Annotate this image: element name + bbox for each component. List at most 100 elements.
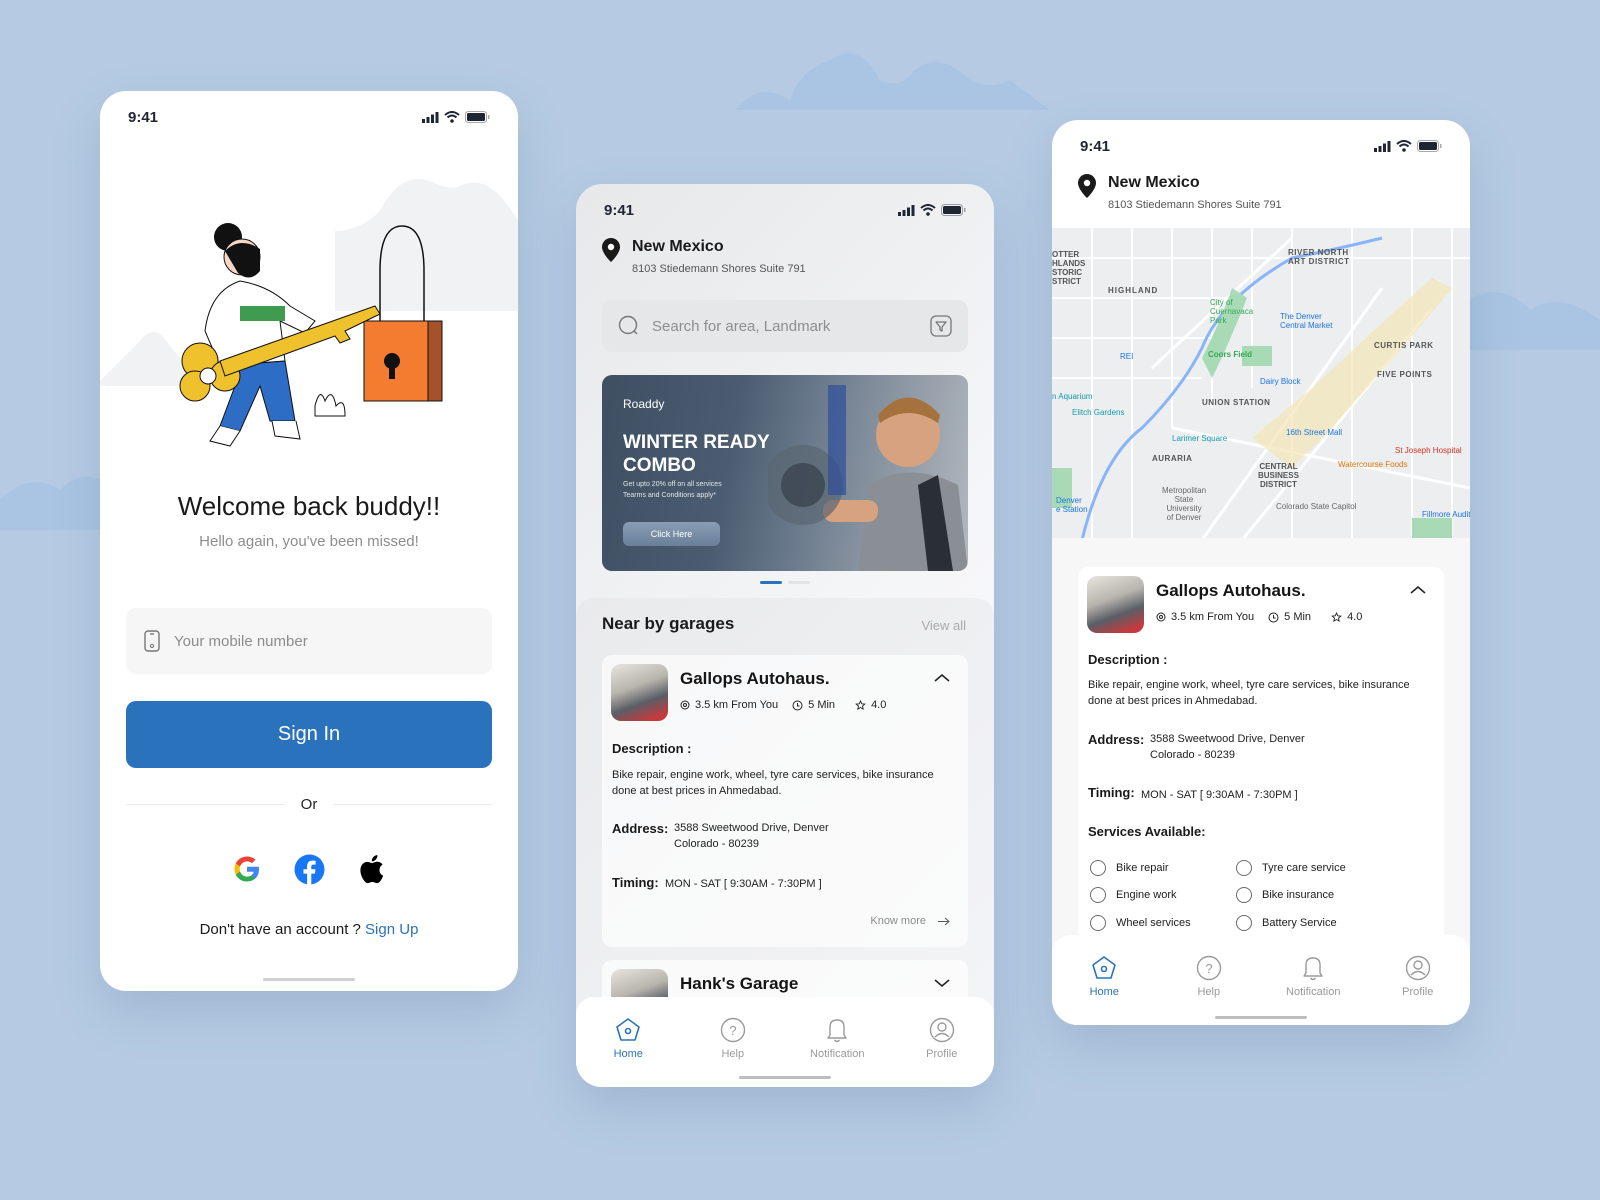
location-header[interactable]: New Mexico 8103 Stiedemann Shores Suite … [602, 238, 806, 275]
garage-description: Bike repair, engine work, wheel, tyre ca… [612, 769, 934, 797]
wifi-icon [444, 111, 460, 123]
radio-button[interactable] [1236, 860, 1252, 876]
service-option[interactable]: Engine work [1090, 887, 1177, 903]
status-time: 9:41 [1080, 137, 1111, 155]
garage-detail-screen: 9:41 New Mexico 8103 Stiedemann Shores S… [1052, 120, 1470, 1025]
or-label: Or [300, 796, 318, 813]
status-time: 9:41 [128, 108, 159, 126]
nav-help[interactable]: ? Help [1169, 955, 1249, 1025]
chevron-up-icon[interactable] [934, 673, 950, 683]
know-more-label: Know more [870, 915, 926, 927]
radio-button[interactable] [1236, 887, 1252, 903]
map-label-16th-street-mall: 16th Street Mall [1286, 428, 1343, 437]
banner-brand: Roaddy [623, 397, 665, 411]
map-label-denver-station: Denver e Station [1056, 496, 1088, 514]
service-label: Battery Service [1262, 917, 1337, 929]
bottom-nav: Home ? Help Notification Profile [576, 997, 994, 1087]
banner-title: WINTER READY COMBO [623, 432, 770, 476]
garage-name: Hank's Garage [680, 974, 799, 993]
radio-button[interactable] [1090, 860, 1106, 876]
map-label-msu-denver: Metropolitan State University of Denver [1162, 486, 1207, 522]
service-label: Bike insurance [1262, 889, 1335, 901]
promo-banner[interactable]: Roaddy WINTER READY COMBO Get upto 20% o… [602, 375, 968, 571]
distance-pin-icon [1156, 612, 1166, 621]
nav-home[interactable]: Home [1064, 955, 1144, 1025]
garage-timing: MON - SAT [ 9:30AM - 7:30PM ] [1141, 789, 1298, 801]
location-pin-icon [1078, 174, 1096, 198]
service-label: Engine work [1116, 889, 1177, 901]
signup-prompt: Don't have an account ? Sign Up [100, 921, 518, 938]
facebook-login-button[interactable] [293, 853, 325, 885]
description-label: Description : [1088, 652, 1168, 667]
view-all-link[interactable]: View all [921, 618, 966, 633]
nav-profile-label: Profile [1402, 986, 1434, 998]
nearby-garages-title: Near by garages [602, 614, 735, 633]
banner-click-here-button[interactable]: Click Here [623, 522, 720, 546]
login-screen: 9:41 Welcome back buddy!! Hello again, y… [100, 91, 518, 991]
nav-profile[interactable]: Profile [1378, 955, 1458, 1025]
radio-button[interactable] [1090, 887, 1106, 903]
map-view[interactable]: RIVER NORTH ART DISTRICT OTTER HLANDS STORI… [1052, 228, 1470, 540]
nav-notification[interactable]: Notification [1273, 955, 1353, 1025]
map-label-highland: HIGHLAND [1108, 286, 1159, 295]
google-icon [234, 856, 259, 882]
service-option[interactable]: Wheel services [1090, 915, 1191, 931]
carousel-dot-active[interactable] [760, 581, 782, 584]
radio-button[interactable] [1090, 915, 1106, 931]
service-option[interactable]: Bike repair [1090, 860, 1169, 876]
banner-subtitle: Get upto 20% off on all services Tearms … [623, 479, 722, 501]
bottom-nav: Home ? Help Notification Profile [1052, 935, 1470, 1025]
chevron-down-icon[interactable] [934, 978, 950, 988]
profile-icon [1405, 955, 1430, 981]
status-bar: 9:41 [1080, 136, 1442, 156]
nav-home[interactable]: Home [588, 1017, 668, 1087]
address-line1: 3588 Sweetwood Drive, Denver [674, 822, 829, 834]
filter-icon[interactable] [930, 315, 952, 337]
service-option[interactable]: Battery Service [1236, 915, 1337, 931]
clock-icon [792, 700, 803, 710]
map-label-rei: REI [1120, 352, 1134, 361]
map-label-fillmore: Fillmore Audito [1422, 510, 1470, 519]
home-indicator [739, 1076, 831, 1079]
welcome-title: Welcome back buddy!! [177, 491, 441, 521]
radio-button[interactable] [1236, 915, 1252, 931]
home-indicator [263, 978, 355, 981]
location-header[interactable]: New Mexico 8103 Stiedemann Shores Suite … [1078, 174, 1282, 211]
apple-login-button[interactable] [355, 853, 387, 885]
garage-timing: MON - SAT [ 9:30AM - 7:30PM ] [665, 878, 822, 890]
garage-time: 5 Min [1284, 611, 1312, 623]
mobile-number-input[interactable] [174, 632, 454, 650]
nav-profile[interactable]: Profile [902, 1017, 982, 1087]
mechanic-photo [768, 385, 968, 571]
garage-distance: 3.5 km From You [1171, 611, 1255, 623]
carousel-dot[interactable] [788, 581, 810, 584]
home-indicator [1215, 1016, 1307, 1019]
search-input[interactable] [652, 317, 918, 335]
description-label: Description : [612, 741, 692, 756]
map-label-curtis-park: CURTIS PARK [1374, 341, 1434, 350]
garage-time: 5 Min [808, 699, 836, 711]
nav-home-label: Home [1089, 986, 1119, 998]
sign-up-link[interactable]: Sign Up [365, 921, 418, 938]
address-line1: 3588 Sweetwood Drive, Denver [1150, 733, 1305, 745]
no-account-text: Don't have an account ? [199, 921, 361, 938]
service-option[interactable]: Tyre care service [1236, 860, 1346, 876]
banner-offer-text: Get upto 20% off on all services [623, 481, 722, 488]
garage-meta: 3.5 km From You 5 Min 4.0 [680, 699, 886, 711]
search-bar[interactable] [602, 300, 968, 352]
mobile-number-field[interactable] [126, 608, 492, 674]
garage-thumbnail [611, 664, 668, 721]
service-label: Tyre care service [1262, 862, 1346, 874]
know-more-link[interactable]: Know more [870, 915, 950, 927]
chevron-up-icon[interactable] [1410, 585, 1426, 595]
battery-icon [1417, 140, 1442, 152]
service-option[interactable]: Bike insurance [1236, 887, 1334, 903]
google-login-button[interactable] [231, 853, 263, 885]
service-label: Bike repair [1116, 862, 1169, 874]
divider-line [333, 804, 493, 805]
garage-card[interactable]: Gallops Autohaus. 3.5 km From You 5 Min … [602, 655, 968, 947]
bell-icon [827, 1019, 847, 1043]
signal-icon [422, 111, 439, 123]
sign-in-button[interactable]: Sign In [126, 701, 492, 768]
location-city: New Mexico [632, 238, 724, 255]
